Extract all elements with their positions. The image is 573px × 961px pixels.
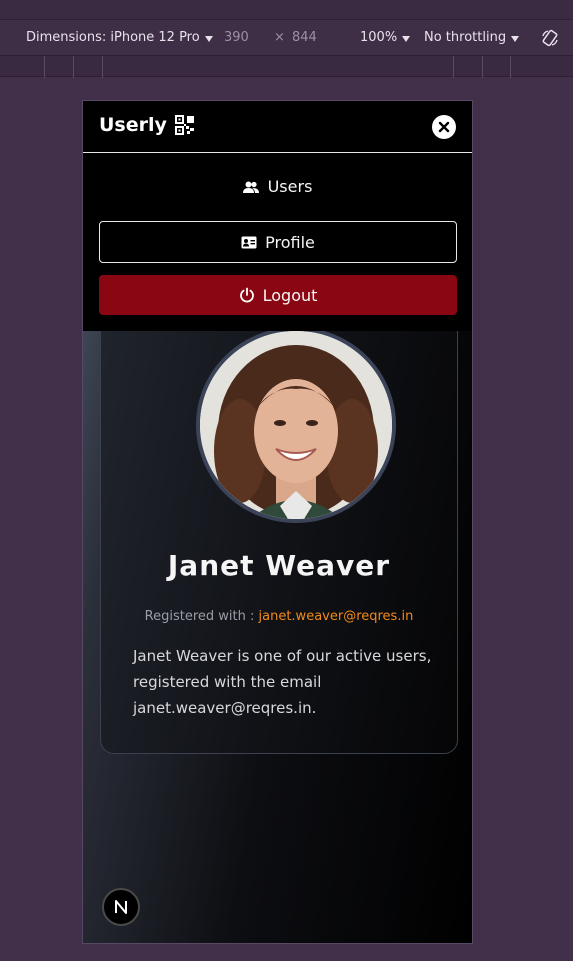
nav-item-users[interactable]: Users bbox=[83, 177, 472, 196]
profile-bio: Janet Weaver is one of our active users,… bbox=[133, 647, 432, 717]
profile-button-label: Profile bbox=[265, 232, 315, 252]
power-icon bbox=[239, 287, 254, 303]
qr-code-icon bbox=[174, 115, 194, 135]
profile-button[interactable]: Profile bbox=[99, 221, 457, 263]
device-toolbar: Dimensions: iPhone 12 Pro 390 × 844 100%… bbox=[0, 20, 573, 55]
device-viewport: Janet Weaver Registered with : janet.wea… bbox=[82, 100, 473, 944]
close-icon bbox=[438, 121, 450, 133]
nav-header: Userly bbox=[83, 101, 472, 153]
brand-name: Userly bbox=[99, 114, 167, 136]
nextjs-dev-badge[interactable] bbox=[102, 888, 140, 926]
media-query-ruler bbox=[0, 55, 573, 78]
width-input[interactable]: 390 bbox=[224, 20, 249, 55]
zoom-dropdown[interactable]: 100% bbox=[360, 20, 411, 55]
profile-email: janet.weaver@reqres.in bbox=[258, 609, 414, 624]
chevron-down-icon bbox=[204, 35, 213, 42]
profile-name: Janet Weaver bbox=[167, 549, 391, 582]
users-icon bbox=[242, 181, 259, 193]
logout-button[interactable]: Logout bbox=[99, 275, 457, 315]
dimensions-label: Dimensions: iPhone 12 Pro bbox=[26, 30, 200, 45]
throttling-label: No throttling bbox=[424, 30, 507, 45]
close-button[interactable] bbox=[432, 115, 456, 139]
devtools-top-strip bbox=[0, 0, 573, 20]
nav-users-label: Users bbox=[267, 177, 313, 196]
zoom-label: 100% bbox=[360, 30, 398, 45]
registered-prefix: Registered with : bbox=[144, 609, 259, 624]
nextjs-logo-icon bbox=[115, 900, 127, 914]
throttling-dropdown[interactable]: No throttling bbox=[424, 20, 520, 55]
chevron-down-icon bbox=[402, 35, 411, 42]
id-card-icon bbox=[241, 236, 257, 248]
dimension-separator: × bbox=[274, 30, 285, 45]
rotate-button[interactable] bbox=[540, 20, 560, 55]
height-input[interactable]: 844 bbox=[292, 20, 317, 55]
profile-card: Janet Weaver Registered with : janet.wea… bbox=[100, 301, 458, 754]
rotate-icon bbox=[542, 29, 558, 46]
dimensions-dropdown[interactable]: Dimensions: iPhone 12 Pro bbox=[26, 20, 213, 55]
registration-line: Registered with : janet.weaver@reqres.in bbox=[101, 609, 457, 624]
logout-button-label: Logout bbox=[262, 285, 318, 305]
brand-logo[interactable]: Userly bbox=[99, 114, 195, 136]
avatar bbox=[196, 327, 396, 523]
mobile-nav-menu: Userly Users Profile Logout bbox=[83, 101, 472, 331]
chevron-down-icon bbox=[511, 35, 520, 42]
